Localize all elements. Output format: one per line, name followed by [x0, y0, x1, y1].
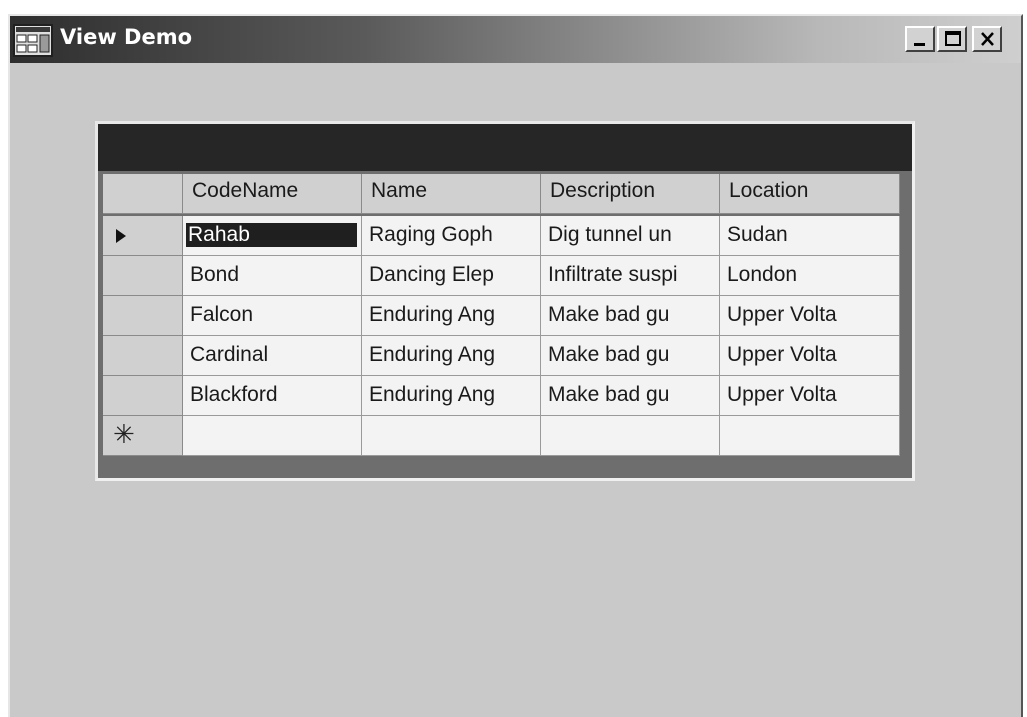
cell-location-new[interactable]: [720, 416, 900, 456]
column-header-description[interactable]: Description: [541, 174, 720, 214]
cell-codename[interactable]: Blackford: [183, 376, 362, 416]
maximize-button[interactable]: [937, 26, 967, 52]
cell-location[interactable]: Upper Volta: [720, 336, 900, 376]
selected-cell-text: Rahab: [186, 223, 357, 247]
row-header[interactable]: [103, 216, 183, 256]
cell-location[interactable]: Upper Volta: [720, 376, 900, 416]
cell-name[interactable]: Dancing Elep: [362, 256, 541, 296]
minimize-button[interactable]: [905, 26, 935, 52]
maximize-icon: [945, 31, 961, 46]
grid-caption-bar: [98, 124, 912, 171]
title-bar[interactable]: View Demo: [10, 16, 1021, 63]
corner-header[interactable]: [103, 174, 183, 214]
row-header[interactable]: ✳: [103, 416, 183, 456]
cell-location[interactable]: Upper Volta: [720, 296, 900, 336]
cell-name[interactable]: Enduring Ang: [362, 296, 541, 336]
cell-description[interactable]: Make bad gu: [541, 376, 720, 416]
app-window-icon: [13, 24, 53, 57]
main-window: View Demo CodeName Name Description Loca…: [8, 14, 1023, 717]
row-header[interactable]: [103, 336, 183, 376]
column-header-location[interactable]: Location: [720, 174, 900, 214]
cell-location[interactable]: London: [720, 256, 900, 296]
arrow-right-icon: [116, 229, 126, 243]
close-button[interactable]: [972, 26, 1002, 52]
row-header[interactable]: [103, 376, 183, 416]
cell-description[interactable]: Make bad gu: [541, 336, 720, 376]
cell-name[interactable]: Enduring Ang: [362, 376, 541, 416]
window-title: View Demo: [60, 25, 193, 49]
column-header-codename[interactable]: CodeName: [183, 174, 362, 214]
cell-name-new[interactable]: [362, 416, 541, 456]
cell-description[interactable]: Dig tunnel un: [541, 216, 720, 256]
row-header[interactable]: [103, 256, 183, 296]
cell-location[interactable]: Sudan: [720, 216, 900, 256]
data-grid[interactable]: CodeName Name Description Location Rahab…: [95, 121, 915, 481]
cell-codename[interactable]: Falcon: [183, 296, 362, 336]
column-header-name[interactable]: Name: [362, 174, 541, 214]
cell-description[interactable]: Make bad gu: [541, 296, 720, 336]
cell-codename[interactable]: Bond: [183, 256, 362, 296]
new-row-asterisk-icon: ✳: [113, 420, 135, 450]
minimize-icon: [914, 43, 925, 46]
row-header[interactable]: [103, 296, 183, 336]
cell-name[interactable]: Enduring Ang: [362, 336, 541, 376]
cell-codename[interactable]: Cardinal: [183, 336, 362, 376]
cell-name[interactable]: Raging Goph: [362, 216, 541, 256]
cell-codename-new[interactable]: [183, 416, 362, 456]
cell-description-new[interactable]: [541, 416, 720, 456]
cell-description[interactable]: Infiltrate suspi: [541, 256, 720, 296]
close-icon: [981, 32, 994, 46]
cell-codename[interactable]: Rahab: [183, 216, 362, 256]
